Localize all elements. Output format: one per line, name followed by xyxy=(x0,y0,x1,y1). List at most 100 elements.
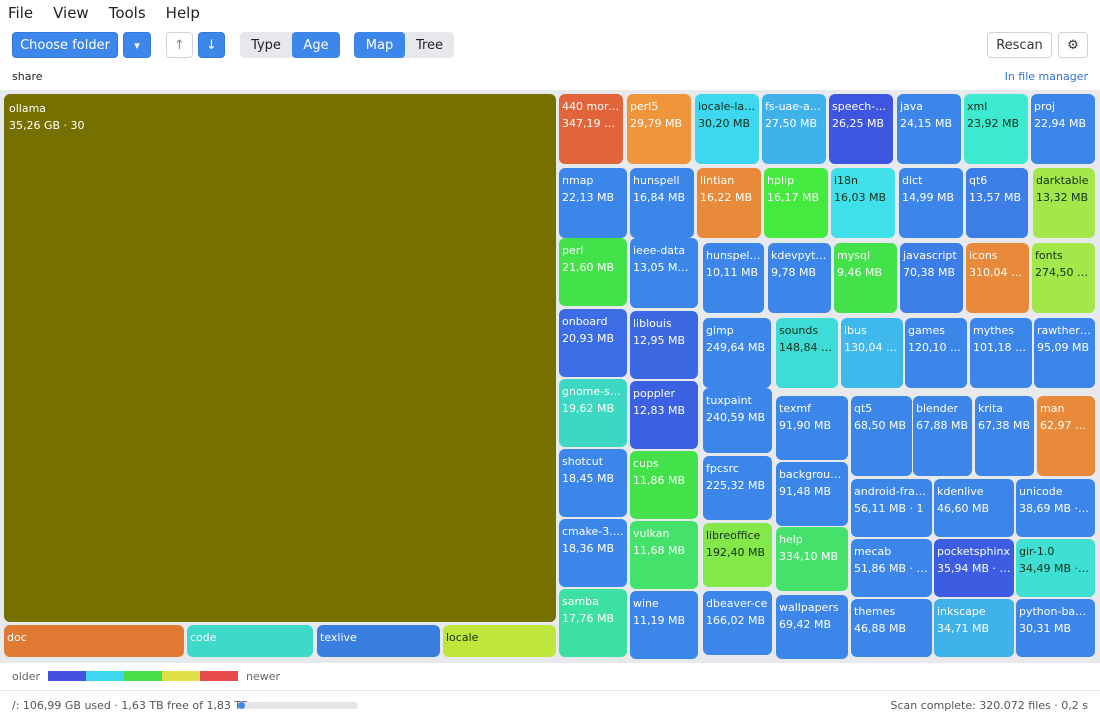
treemap-tile-wallpapers[interactable]: wallpapers 69,42 MB xyxy=(776,595,848,659)
treemap-tile-man[interactable]: man 62,97 MB xyxy=(1037,396,1095,476)
tile-size: 95,09 MB xyxy=(1037,341,1090,354)
treemap-tile-themes[interactable]: themes 46,88 MB xyxy=(851,599,932,657)
treemap-tile-gnome-sh[interactable]: gnome-sh… 19,62 MB xyxy=(559,379,627,447)
treemap-tile-fs-uae-ar[interactable]: fs-uae-ar… 27,50 MB xyxy=(762,94,826,164)
treemap-tile-poppler[interactable]: poppler 12,83 MB xyxy=(630,381,698,449)
treemap-tile-liblouis[interactable]: liblouis 12,95 MB xyxy=(630,311,698,379)
treemap-tile-wine[interactable]: wine 11,19 MB xyxy=(630,591,698,659)
breadcrumb[interactable]: share xyxy=(12,70,43,83)
treemap-tile-doc[interactable]: doc xyxy=(4,625,184,657)
treemap-tile-gimp[interactable]: gimp 249,64 MB xyxy=(703,318,771,388)
treemap-tile-gir-1-0[interactable]: gir-1.0 34,49 MB · 40 xyxy=(1016,539,1095,597)
tile-size: 166,02 MB xyxy=(706,614,766,627)
age-mode-button[interactable]: Age xyxy=(292,32,340,58)
gear-icon[interactable]: ⚙ xyxy=(1058,32,1088,58)
treemap-tile-ollama[interactable]: ollama 35,26 GB · 30 xyxy=(4,94,556,622)
treemap-tile-pocketsphinx[interactable]: pocketsphinx 35,94 MB · 11 xyxy=(934,539,1014,597)
treemap-tile-cmake-3-28[interactable]: cmake-3.28 18,36 MB xyxy=(559,519,627,587)
treemap-tile-fonts[interactable]: fonts 274,50 MB xyxy=(1032,243,1095,313)
tile-size: 274,50 MB xyxy=(1035,266,1092,279)
arrow-down-icon[interactable]: ↓ xyxy=(198,32,225,58)
treemap-tile-vulkan[interactable]: vulkan 11,68 MB xyxy=(630,521,698,589)
treemap-tile-hunspell[interactable]: hunspell 16,84 MB xyxy=(630,168,694,238)
treemap-tile-perl[interactable]: perl 21,60 MB xyxy=(559,238,627,306)
treemap-tile-mythes[interactable]: mythes 101,18 MB xyxy=(970,318,1032,388)
map-view-button[interactable]: Map xyxy=(354,32,405,58)
treemap-tile-proj[interactable]: proj 22,94 MB xyxy=(1031,94,1095,164)
treemap-tile-shotcut[interactable]: shotcut 18,45 MB xyxy=(559,449,627,517)
treemap-tile-hunspell[interactable]: hunspell… 10,11 MB xyxy=(703,243,764,313)
tile-name: sounds xyxy=(779,324,819,337)
tile-name: mysql xyxy=(837,249,870,262)
chevron-down-icon[interactable]: ▾ xyxy=(123,32,151,58)
treemap-tile-kdenlive[interactable]: kdenlive 46,60 MB xyxy=(934,479,1014,537)
menu-file[interactable]: File xyxy=(8,4,33,22)
treemap-tile-texlive[interactable]: texlive xyxy=(317,625,440,657)
treemap-tile-speech-d[interactable]: speech-d… 26,25 MB xyxy=(829,94,893,164)
treemap-tile-lintian[interactable]: lintian 16,22 MB xyxy=(697,168,761,238)
treemap-tile-icons[interactable]: icons 310,04 MB xyxy=(966,243,1029,313)
treemap-tile-help[interactable]: help 334,10 MB xyxy=(776,527,848,591)
tile-size: 70,38 MB xyxy=(903,266,956,279)
treemap-tile-darktable[interactable]: darktable 13,32 MB xyxy=(1033,168,1095,238)
treemap-tile-onboard[interactable]: onboard 20,93 MB xyxy=(559,309,627,377)
treemap-tile-rawthera[interactable]: rawthera… 95,09 MB xyxy=(1034,318,1095,388)
treemap-tile-inkscape[interactable]: inkscape 34,71 MB xyxy=(934,599,1014,657)
tile-size: 18,36 MB xyxy=(562,542,615,555)
treemap-tile-android-fra[interactable]: android-fra… 56,11 MB · 1 xyxy=(851,479,932,537)
type-mode-button[interactable]: Type xyxy=(240,32,292,58)
treemap-tile-mecab[interactable]: mecab 51,86 MB · 35 xyxy=(851,539,932,597)
treemap-tile-440-more[interactable]: 440 more… 347,19 MB xyxy=(559,94,623,164)
treemap-tile-cups[interactable]: cups 11,86 MB xyxy=(630,451,698,519)
menu-help[interactable]: Help xyxy=(166,4,200,22)
treemap-tile-krita[interactable]: krita 67,38 MB xyxy=(975,396,1034,476)
treemap-tile-ibus[interactable]: ibus 130,04 MB xyxy=(841,318,903,388)
treemap-tile-tuxpaint[interactable]: tuxpaint 240,59 MB xyxy=(703,388,772,453)
treemap-tile-xml[interactable]: xml 23,92 MB xyxy=(964,94,1028,164)
menu-tools[interactable]: Tools xyxy=(109,4,146,22)
treemap-tile-locale[interactable]: locale xyxy=(443,625,556,657)
choose-folder-button[interactable]: Choose folder xyxy=(12,32,118,58)
tile-size: 12,95 MB xyxy=(633,334,686,347)
treemap-tile-locale-la[interactable]: locale-la… 30,20 MB xyxy=(695,94,759,164)
treemap-tile-games[interactable]: games 120,10 MB xyxy=(905,318,967,388)
treemap-tile-java[interactable]: java 24,15 MB xyxy=(897,94,961,164)
treemap-tile-perl5[interactable]: perl5 29,79 MB xyxy=(627,94,691,164)
treemap-tile-javascript[interactable]: javascript 70,38 MB xyxy=(900,243,963,313)
treemap-tile-ieee-data[interactable]: ieee-data 13,05 MB · 9 xyxy=(630,238,698,308)
treemap-tile-qt6[interactable]: qt6 13,57 MB xyxy=(966,168,1028,238)
legend-swatch-0 xyxy=(48,671,86,681)
treemap-tile-blender[interactable]: blender 67,88 MB xyxy=(913,396,972,476)
treemap-tile-fpcsrc[interactable]: fpcsrc 225,32 MB xyxy=(703,456,772,520)
treemap-tile-i18n[interactable]: i18n 16,03 MB xyxy=(831,168,895,238)
treemap-tile-mysql[interactable]: mysql 9,46 MB xyxy=(834,243,897,313)
rescan-button[interactable]: Rescan xyxy=(987,32,1052,58)
treemap-tile-unicode[interactable]: unicode 38,69 MB · 79 xyxy=(1016,479,1095,537)
tile-size: 130,04 MB xyxy=(844,341,900,354)
tree-view-button[interactable]: Tree xyxy=(405,32,454,58)
tile-size: 16,17 MB xyxy=(767,191,820,204)
tile-name: liblouis xyxy=(633,317,672,330)
tile-name: perl5 xyxy=(630,100,659,113)
treemap-tile-dict[interactable]: dict 14,99 MB xyxy=(899,168,963,238)
tile-size: 62,97 MB xyxy=(1040,419,1092,432)
treemap-tile-libreoffice[interactable]: libreoffice 192,40 MB xyxy=(703,523,772,587)
treemap-tile-nmap[interactable]: nmap 22,13 MB xyxy=(559,168,627,238)
treemap-tile-dbeaver-ce[interactable]: dbeaver-ce 166,02 MB xyxy=(703,591,772,655)
treemap-tile-code[interactable]: code xyxy=(187,625,313,657)
treemap-tile-kdevpyt[interactable]: kdevpyt… 9,78 MB xyxy=(768,243,831,313)
tile-size: 11,68 MB xyxy=(633,544,686,557)
treemap-tile-python-bab[interactable]: python-bab… 30,31 MB xyxy=(1016,599,1095,657)
treemap-tile-qt5[interactable]: qt5 68,50 MB xyxy=(851,396,912,476)
tile-name: ieee-data xyxy=(633,244,686,257)
treemap-tile-sounds[interactable]: sounds 148,84 MB xyxy=(776,318,838,388)
treemap-tile-hplip[interactable]: hplip 16,17 MB xyxy=(764,168,828,238)
tile-name: qt5 xyxy=(854,402,873,415)
treemap-tile-samba[interactable]: samba 17,76 MB xyxy=(559,589,627,657)
menu-view[interactable]: View xyxy=(53,4,89,22)
arrow-up-icon[interactable]: ↑ xyxy=(166,32,193,58)
treemap-tile-backgroun[interactable]: backgroun… 91,48 MB xyxy=(776,462,848,526)
treemap: ollama 35,26 GB · 30 doc code texlive locale 4… xyxy=(0,90,1100,663)
treemap-tile-texmf[interactable]: texmf 91,90 MB xyxy=(776,396,848,460)
open-in-file-manager-link[interactable]: In file manager xyxy=(1005,70,1088,83)
